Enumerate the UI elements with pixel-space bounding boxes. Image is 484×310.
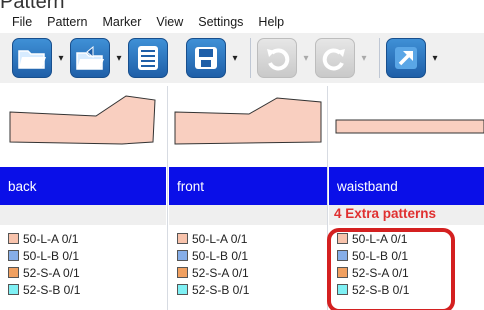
color-swatch <box>8 267 19 278</box>
pattern-preview <box>0 86 166 164</box>
size-label: 50-L-A 0/1 <box>192 231 248 246</box>
list-item[interactable]: 50-L-B 0/1 <box>169 247 327 264</box>
pattern-piece-back <box>9 95 156 145</box>
list-item[interactable]: 50-L-A 0/1 <box>169 230 327 247</box>
size-label: 52-S-A 0/1 <box>192 265 249 280</box>
list-item[interactable]: 52-S-B 0/1 <box>169 281 327 298</box>
open-recent-folder-icon <box>76 45 104 70</box>
pattern-name-bar[interactable]: back <box>0 167 166 205</box>
size-label: 52-S-B 0/1 <box>192 282 250 297</box>
pattern-preview <box>169 86 327 164</box>
color-swatch <box>8 233 19 244</box>
menu-view[interactable]: View <box>156 15 183 29</box>
annotation-highlight-box <box>327 228 455 310</box>
color-swatch <box>177 233 188 244</box>
list-item[interactable]: 52-S-A 0/1 <box>0 264 166 281</box>
color-swatch <box>8 284 19 295</box>
undo-dropdown[interactable]: ▾ <box>300 53 312 64</box>
export-dropdown[interactable]: ▾ <box>429 53 441 64</box>
column-divider <box>167 86 168 310</box>
open-button[interactable] <box>12 38 52 78</box>
export-button[interactable] <box>386 38 426 78</box>
size-label: 50-L-B 0/1 <box>23 248 80 263</box>
pattern-piece-waistband <box>335 119 484 134</box>
open-recent-button[interactable] <box>70 38 110 78</box>
undo-icon <box>267 48 290 71</box>
pattern-name-bar[interactable]: waistband <box>329 167 484 205</box>
menu-help[interactable]: Help <box>258 15 284 29</box>
redo-dropdown[interactable]: ▾ <box>358 53 370 64</box>
pattern-spacer-row <box>169 205 327 225</box>
list-item[interactable]: 52-S-A 0/1 <box>169 264 327 281</box>
pattern-column-front[interactable]: front 50-L-A 0/1 50-L-B 0/1 52-S-A 0/1 5… <box>169 86 327 310</box>
undo-button[interactable] <box>257 38 297 78</box>
save-dropdown[interactable]: ▾ <box>229 53 241 64</box>
menu-marker[interactable]: Marker <box>102 15 141 29</box>
menu-settings[interactable]: Settings <box>198 15 243 29</box>
save-button[interactable] <box>186 38 226 78</box>
redo-button[interactable] <box>315 38 355 78</box>
list-item[interactable]: 50-L-A 0/1 <box>0 230 166 247</box>
color-swatch <box>177 284 188 295</box>
save-icon <box>195 47 217 69</box>
color-swatch <box>177 267 188 278</box>
color-swatch <box>177 250 188 261</box>
window-title: Pattern <box>0 0 65 13</box>
open-recent-dropdown[interactable]: ▾ <box>113 53 125 64</box>
size-label: 50-L-B 0/1 <box>192 248 249 263</box>
menu-bar: File Pattern Marker View Settings Help <box>0 12 484 32</box>
open-dropdown[interactable]: ▾ <box>55 53 67 64</box>
menu-pattern[interactable]: Pattern <box>47 15 87 29</box>
pattern-column-back[interactable]: back 50-L-A 0/1 50-L-B 0/1 52-S-A 0/1 52… <box>0 86 166 310</box>
color-swatch <box>8 250 19 261</box>
toolbar-separator <box>379 38 380 78</box>
list-item[interactable]: 50-L-B 0/1 <box>0 247 166 264</box>
toolbar: ▾ ▾ ▾ ▾ ▾ ▾ <box>0 33 484 83</box>
size-label: 52-S-A 0/1 <box>23 265 80 280</box>
size-label: 50-L-A 0/1 <box>23 231 79 246</box>
open-folder-icon <box>18 50 46 69</box>
list-button[interactable] <box>128 38 168 78</box>
size-list: 50-L-A 0/1 50-L-B 0/1 52-S-A 0/1 52-S-B … <box>0 230 166 298</box>
list-icon <box>138 46 158 70</box>
pattern-spacer-row <box>0 205 166 225</box>
extra-patterns-annotation: 4 Extra patterns <box>334 206 437 221</box>
size-list: 50-L-A 0/1 50-L-B 0/1 52-S-A 0/1 52-S-B … <box>169 230 327 298</box>
pattern-piece-front <box>174 97 322 145</box>
list-item[interactable]: 52-S-B 0/1 <box>0 281 166 298</box>
menu-file[interactable]: File <box>12 15 32 29</box>
pattern-name-bar[interactable]: front <box>169 167 327 205</box>
redo-icon <box>322 48 345 71</box>
export-arrow-icon <box>395 47 417 69</box>
toolbar-separator <box>250 38 251 78</box>
size-label: 52-S-B 0/1 <box>23 282 81 297</box>
pattern-preview <box>329 86 484 164</box>
